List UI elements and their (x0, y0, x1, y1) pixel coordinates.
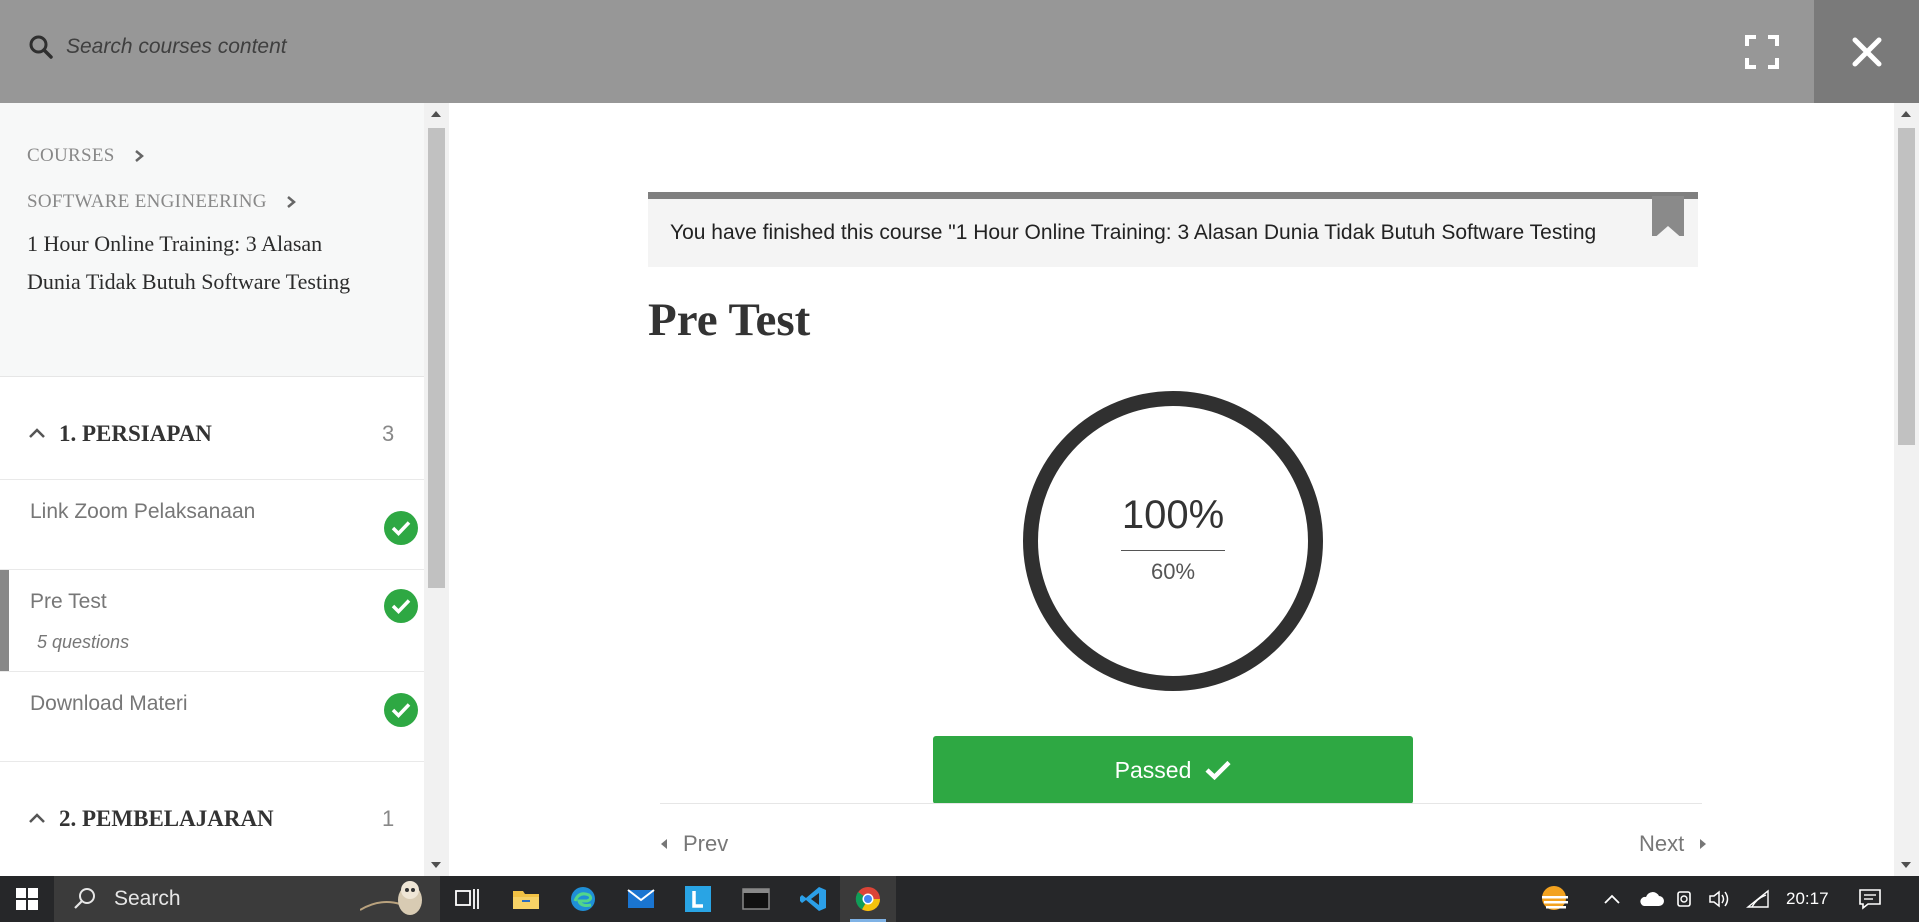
scroll-down-arrow-icon[interactable] (431, 862, 441, 868)
prev-lesson-link[interactable]: Prev (661, 831, 728, 857)
chevron-up-icon (29, 428, 45, 438)
task-view-icon[interactable] (452, 884, 482, 914)
wifi-icon[interactable] (1746, 876, 1770, 922)
lesson-item-download-materi[interactable]: Download Materi (0, 672, 424, 762)
fullscreen-icon (1745, 34, 1779, 69)
section-item-count: 1 (382, 806, 395, 831)
bookmark-notch (1652, 226, 1684, 240)
quiz-title: Pre Test (648, 294, 811, 346)
passing-grade: 60% (1150, 559, 1196, 584)
quiz-score: 100% (1121, 493, 1225, 537)
weather-widget-icon[interactable] (1538, 876, 1574, 922)
active-indicator (0, 570, 9, 671)
close-button[interactable] (1814, 0, 1919, 103)
terminal-icon[interactable] (741, 884, 771, 914)
lesson-label: Pre Test (30, 590, 107, 613)
section-title: 1. PERSIAPAN (59, 421, 212, 446)
course-finished-notice: You have finished this course "1 Hour On… (648, 192, 1698, 267)
result-label: Passed (1114, 756, 1192, 783)
owl-illustration-icon (360, 881, 422, 915)
lesson-label: Download Materi (30, 692, 188, 715)
sidebar-scrollbar[interactable] (424, 103, 449, 876)
content-scrollbar[interactable] (1894, 103, 1919, 876)
scrollbar-thumb[interactable] (1898, 128, 1915, 445)
show-hidden-icons-chevron-icon[interactable] (1603, 876, 1621, 922)
score-divider (1121, 550, 1225, 551)
completed-check-icon (384, 589, 418, 623)
edge-browser-icon[interactable] (568, 884, 598, 914)
completed-check-icon (384, 693, 418, 727)
check-icon (1205, 760, 1231, 780)
caret-left-icon (661, 839, 667, 849)
fullscreen-button[interactable] (1710, 0, 1814, 103)
section-item-count: 3 (382, 421, 395, 446)
breadcrumb-category[interactable]: SOFTWARE ENGINEERING (27, 191, 297, 213)
vscode-icon[interactable] (798, 884, 828, 914)
meet-now-icon[interactable] (1675, 876, 1695, 922)
lesson-meta: 5 questions (37, 632, 130, 652)
content-divider (660, 803, 1702, 804)
close-icon (1852, 37, 1881, 66)
windows-logo-icon (16, 888, 38, 910)
course-curriculum-sidebar: COURSES SOFTWARE ENGINEERING 1 Hour Onli… (0, 103, 424, 876)
chevron-right-icon (134, 150, 144, 162)
mail-icon[interactable] (626, 884, 656, 914)
notice-text: You have finished this course "1 Hour On… (670, 221, 1597, 244)
caret-right-icon (1700, 839, 1707, 849)
scroll-down-arrow-icon[interactable] (1901, 862, 1911, 868)
search-icon (74, 888, 95, 909)
completed-check-icon (384, 511, 418, 545)
prev-label: Prev (683, 831, 729, 856)
volume-icon[interactable] (1708, 876, 1732, 922)
search-icon (29, 35, 53, 59)
section-header-persiapan[interactable]: 1. PERSIAPAN 3 (0, 377, 424, 480)
scrollbar-thumb[interactable] (428, 128, 445, 588)
top-bar (0, 0, 1919, 103)
search-box (28, 34, 566, 60)
lesson-item-link-zoom[interactable]: Link Zoom Pelaksanaan (0, 480, 424, 570)
course-title: 1 Hour Online Training: 3 Alasan Dunia T… (27, 231, 351, 294)
next-label: Next (1639, 831, 1685, 856)
quiz-result-passed: Passed (933, 736, 1413, 804)
start-button[interactable] (0, 876, 54, 922)
windows-taskbar: Search 20:17 (0, 876, 1919, 922)
sidebar-header: COURSES SOFTWARE ENGINEERING 1 Hour Onli… (0, 103, 424, 377)
breadcrumb-courses[interactable]: COURSES (27, 145, 145, 167)
chevron-up-icon (29, 813, 45, 823)
search-input[interactable] (66, 35, 566, 59)
chevron-right-icon (286, 196, 296, 208)
system-clock[interactable]: 20:17 (1786, 889, 1829, 909)
section-title: 2. PEMBELAJARAN (59, 806, 274, 831)
file-explorer-icon[interactable] (511, 884, 541, 914)
notification-center-icon[interactable] (1858, 876, 1882, 922)
onedrive-cloud-icon[interactable] (1638, 876, 1664, 922)
result-ring (1023, 391, 1323, 691)
lesson-item-pre-test[interactable]: Pre Test 5 questions (0, 570, 424, 672)
breadcrumb-label: SOFTWARE ENGINEERING (27, 191, 267, 212)
taskbar-search-label: Search (114, 887, 181, 910)
scroll-up-arrow-icon[interactable] (431, 111, 441, 117)
lesson-label: Link Zoom Pelaksanaan (30, 500, 256, 523)
scroll-up-arrow-icon[interactable] (1901, 111, 1911, 117)
next-lesson-link[interactable]: Next (1639, 831, 1707, 857)
section-header-pembelajaran[interactable]: 2. PEMBELAJARAN 1 (0, 762, 424, 865)
l-app-icon[interactable] (683, 884, 713, 914)
breadcrumb-label: COURSES (27, 145, 115, 166)
chrome-browser-icon[interactable] (850, 884, 886, 922)
